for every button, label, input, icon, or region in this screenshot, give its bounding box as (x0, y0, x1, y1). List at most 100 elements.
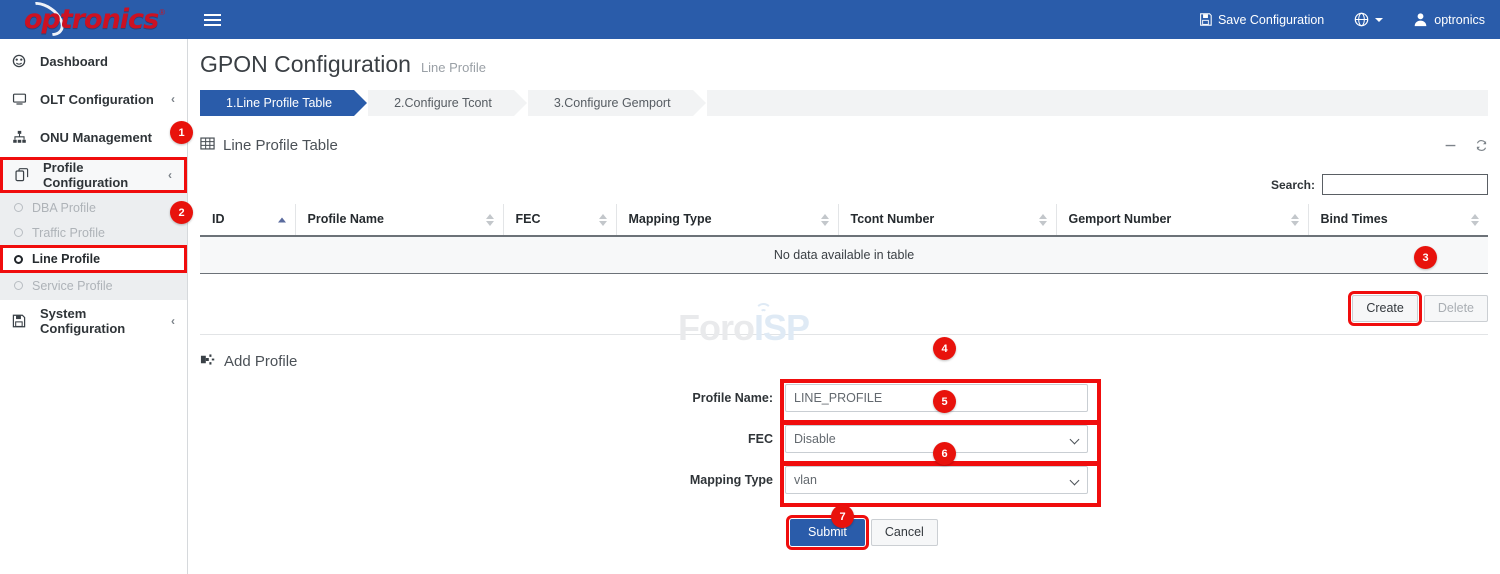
hamburger-icon[interactable] (204, 9, 226, 31)
column-label: ID (212, 212, 225, 226)
form-row-mapping-type: Mapping Type vlan (188, 466, 1500, 494)
user-menu[interactable]: optronics (1398, 0, 1500, 39)
line-profile-table-card: Line Profile Table (200, 130, 1488, 335)
table-empty-message: No data available in table (200, 236, 1488, 274)
sort-icon (1471, 214, 1479, 226)
wizard-steps: 1.Line Profile Table 2.Configure Tcont 3… (200, 90, 1488, 116)
mapping-type-field-wrap: vlan (785, 466, 1088, 494)
add-profile-header: Add Profile (200, 352, 1500, 371)
add-profile-title: Add Profile (224, 353, 297, 370)
wizard-step-label: 1.Line Profile Table (226, 96, 332, 110)
annotation-badge-4: 4 (933, 337, 956, 360)
sort-icon (821, 214, 829, 226)
form-row-fec: FEC Disable (188, 425, 1500, 453)
sidebar-item-dba-profile[interactable]: DBA Profile (0, 195, 187, 220)
globe-icon (1354, 12, 1369, 27)
minus-icon[interactable] (1444, 139, 1457, 152)
brand-name: optronics (24, 4, 158, 35)
table-icon (200, 136, 215, 155)
top-navbar: optronics® Save Configuration (0, 0, 1500, 39)
column-header-fec[interactable]: FEC (503, 204, 616, 236)
card-title: Line Profile Table (223, 137, 338, 154)
sidebar-subitem-label: Line Profile (32, 252, 100, 266)
form-row-profile-name: Profile Name: (188, 384, 1500, 412)
search-input[interactable] (1322, 174, 1488, 195)
sidebar-item-line-profile[interactable]: Line Profile (0, 245, 187, 273)
cancel-button[interactable]: Cancel (871, 519, 938, 546)
card-header: Line Profile Table (200, 130, 1488, 160)
monitor-icon (12, 92, 30, 106)
sidebar-submenu-profile: DBA Profile Traffic Profile Line Profile… (0, 193, 187, 300)
copy-icon (15, 168, 33, 182)
annotation-badge-6: 6 (933, 442, 956, 465)
sidebar-item-traffic-profile[interactable]: Traffic Profile (0, 220, 187, 245)
sidebar-chevron: ‹ (168, 168, 172, 182)
save-icon (12, 314, 30, 328)
submit-button[interactable]: Submit (790, 519, 865, 546)
dashboard-icon (12, 54, 30, 68)
brand-registered-mark: ® (159, 8, 165, 17)
save-configuration-label: Save Configuration (1218, 13, 1324, 27)
page-subtitle: Line Profile (421, 60, 486, 75)
main-content: GPON Configuration Line Profile 1.Line P… (188, 39, 1500, 574)
sitemap-icon (12, 130, 30, 144)
wizard-step-2[interactable]: 2.Configure Tcont (368, 90, 514, 116)
profile-name-label: Profile Name: (188, 391, 785, 405)
column-label: Tcont Number (851, 212, 935, 226)
sidebar-item-label: Profile Configuration (43, 160, 158, 190)
navbar-right: Save Configuration optronics (1184, 0, 1500, 39)
column-header-mapping-type[interactable]: Mapping Type (616, 204, 838, 236)
sidebar-item-profile-configuration[interactable]: Profile Configuration ‹ (0, 157, 187, 193)
refresh-icon[interactable] (1475, 139, 1488, 152)
sort-icon (486, 214, 494, 226)
wizard-step-3[interactable]: 3.Configure Gemport (528, 90, 693, 116)
chevron-down-icon (1375, 18, 1383, 22)
mapping-type-label: Mapping Type (188, 473, 785, 487)
sidebar-subitem-label: Service Profile (32, 279, 113, 293)
bullet-icon (14, 203, 23, 212)
create-button[interactable]: Create (1352, 295, 1418, 322)
save-configuration-button[interactable]: Save Configuration (1184, 0, 1339, 39)
section-divider (200, 334, 1488, 335)
save-icon (1199, 13, 1212, 26)
wizard-track (707, 90, 1488, 116)
sidebar: Dashboard OLT Configuration ‹ (0, 39, 188, 574)
annotation-badge-3: 3 (1414, 246, 1437, 269)
sidebar-item-service-profile[interactable]: Service Profile (0, 273, 187, 298)
table-head: ID Profile Name FEC Mapping Type (200, 204, 1488, 236)
sidebar-item-label: Dashboard (40, 54, 165, 69)
sort-icon (278, 217, 286, 222)
wizard-step-1[interactable]: 1.Line Profile Table (200, 90, 354, 116)
sidebar-chevron: ‹ (171, 92, 175, 106)
brand-logo[interactable]: optronics® (0, 0, 188, 39)
sidebar-item-system-configuration[interactable]: System Configuration ‹ (0, 303, 187, 339)
table-body: No data available in table (200, 236, 1488, 274)
sidebar-item-dashboard[interactable]: Dashboard (0, 43, 187, 79)
column-label: Profile Name (308, 212, 384, 226)
bullet-icon (14, 281, 23, 290)
column-header-tcont-number[interactable]: Tcont Number (838, 204, 1056, 236)
delete-button: Delete (1424, 295, 1488, 322)
column-header-bind-times[interactable]: Bind Times (1308, 204, 1488, 236)
card-tools (1444, 139, 1488, 152)
table-empty-row: No data available in table (200, 236, 1488, 274)
column-label: FEC (516, 212, 541, 226)
user-icon (1413, 12, 1428, 27)
page-header: GPON Configuration Line Profile (188, 39, 1500, 78)
column-header-gemport-number[interactable]: Gemport Number (1056, 204, 1308, 236)
column-header-id[interactable]: ID (200, 204, 295, 236)
annotation-badge-7: 7 (831, 505, 854, 528)
sidebar-item-olt-configuration[interactable]: OLT Configuration ‹ (0, 81, 187, 117)
user-name-label: optronics (1434, 13, 1485, 27)
fec-label: FEC (188, 432, 785, 446)
page-title: GPON Configuration (200, 51, 411, 78)
sidebar-chevron: ‹ (171, 314, 175, 328)
mapping-type-select[interactable]: vlan (785, 466, 1088, 494)
sort-icon (1291, 214, 1299, 226)
column-header-profile-name[interactable]: Profile Name (295, 204, 503, 236)
bullet-icon (14, 255, 23, 264)
sidebar-item-onu-management[interactable]: ONU Management ‹ (0, 119, 187, 155)
sidebar-item-label: ONU Management (40, 130, 161, 145)
language-selector[interactable] (1339, 0, 1398, 39)
add-profile-icon (200, 352, 215, 371)
